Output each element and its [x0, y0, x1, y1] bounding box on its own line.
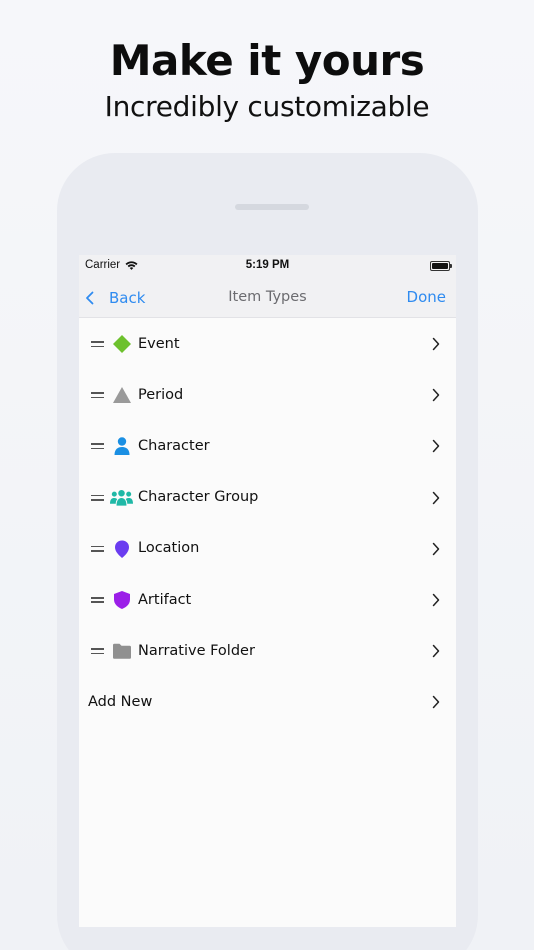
add-new-row[interactable]: Add New	[79, 676, 456, 727]
phone-speaker	[235, 204, 309, 210]
navigation-bar: Back Item Types Done	[79, 277, 456, 318]
add-new-label: Add New	[88, 693, 153, 710]
list-item-label: Character	[138, 437, 210, 454]
subheadline: Incredibly customizable	[104, 90, 430, 123]
status-bar: Carrier 5:19 PM	[79, 255, 456, 277]
reorder-handle-icon[interactable]	[91, 392, 104, 399]
location-pin-icon	[115, 540, 129, 558]
list-item-character-group[interactable]: Character Group	[79, 472, 456, 523]
chevron-right-icon	[432, 696, 440, 709]
list-item-artifact[interactable]: Artifact	[79, 574, 456, 625]
list-item-label: Location	[138, 540, 200, 557]
back-button[interactable]: Back	[85, 277, 145, 318]
reorder-handle-icon[interactable]	[91, 596, 104, 604]
person-icon	[114, 437, 130, 456]
reorder-handle-icon[interactable]	[91, 443, 104, 450]
reorder-handle-icon[interactable]	[91, 494, 104, 501]
reorder-handle-icon[interactable]	[91, 648, 104, 655]
list-item-event[interactable]: Event	[79, 318, 456, 369]
list-item-character[interactable]: Character	[79, 420, 456, 471]
list-item-narrative-folder[interactable]: Narrative Folder	[79, 625, 456, 676]
chevron-right-icon	[432, 593, 440, 607]
back-button-label: Back	[109, 288, 146, 307]
list-item-label: Period	[138, 386, 184, 403]
folder-icon	[113, 643, 131, 659]
chevron-right-icon	[432, 644, 440, 658]
chevron-right-icon	[432, 337, 440, 351]
list-item-period[interactable]: Period	[79, 369, 456, 420]
list-item-label: Artifact	[138, 591, 192, 608]
list-item-location[interactable]: Location	[79, 523, 456, 574]
item-type-list: Event Period Character Character Group L…	[79, 318, 456, 728]
triangle-icon	[113, 387, 131, 404]
chevron-right-icon	[432, 542, 440, 555]
done-button[interactable]: Done	[407, 277, 446, 318]
status-time: 5:19 PM	[245, 259, 290, 271]
group-icon	[110, 489, 133, 506]
chevron-right-icon	[432, 491, 440, 504]
list-item-label: Character Group	[138, 489, 259, 506]
diamond-icon	[113, 335, 131, 353]
reorder-handle-icon[interactable]	[91, 341, 104, 348]
list-item-label: Event	[138, 335, 180, 352]
chevron-left-icon	[86, 291, 94, 304]
chevron-right-icon	[432, 388, 440, 402]
reorder-handle-icon[interactable]	[91, 545, 104, 552]
shield-icon	[114, 590, 130, 609]
phone-screen: Carrier 5:19 PM Back Item Types Done Eve…	[79, 255, 456, 927]
battery-icon	[430, 261, 452, 271]
headline: Make it yours	[109, 36, 425, 85]
list-item-label: Narrative Folder	[138, 642, 255, 659]
chevron-right-icon	[432, 440, 440, 453]
